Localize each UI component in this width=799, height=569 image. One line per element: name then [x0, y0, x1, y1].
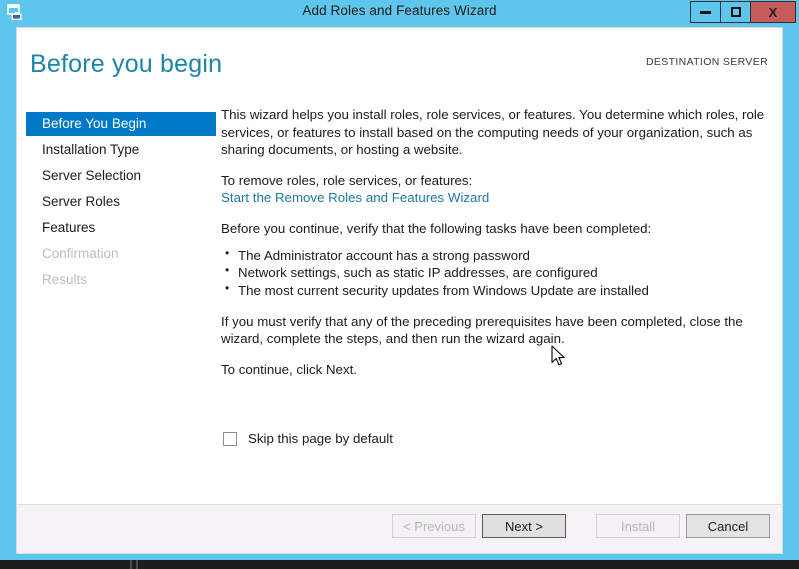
maximize-button[interactable] [720, 1, 751, 23]
window-title-bar[interactable]: Add Roles and Features Wizard X [0, 0, 799, 25]
sidebar-item-installation-type[interactable]: Installation Type [26, 138, 216, 162]
list-item: The Administrator account has a strong p… [225, 247, 769, 265]
background-taskbar-strip [0, 560, 799, 569]
list-item: Network settings, such as static IP addr… [225, 264, 769, 282]
sidebar-item-results: Results [26, 268, 216, 292]
maximize-icon [731, 7, 741, 17]
prereq-intro: Before you continue, verify that the fol… [221, 220, 769, 238]
wizard-step-nav: Before You Begin Installation Type Serve… [26, 112, 216, 294]
cancel-button[interactable]: Cancel [686, 514, 770, 538]
background-taskbar-tick [136, 560, 138, 569]
wizard-content: This wizard helps you install roles, rol… [221, 106, 769, 378]
intro-paragraph: This wizard helps you install roles, rol… [221, 106, 769, 159]
continue-note: To continue, click Next. [221, 361, 769, 379]
skip-page-checkbox[interactable] [223, 432, 237, 446]
minimize-button[interactable] [690, 1, 721, 23]
window-title: Add Roles and Features Wizard [0, 3, 799, 18]
list-item: The most current security updates from W… [225, 282, 769, 300]
skip-page-label: Skip this page by default [248, 431, 393, 446]
next-button[interactable]: Next > [482, 514, 566, 538]
background-taskbar-tick [130, 560, 132, 569]
skip-page-checkbox-row[interactable]: Skip this page by default [223, 431, 393, 446]
sidebar-item-server-roles[interactable]: Server Roles [26, 190, 216, 214]
footer-button-group: < Previous Next > Install Cancel [386, 514, 770, 538]
start-remove-roles-wizard-link[interactable]: Start the Remove Roles and Features Wiza… [221, 189, 489, 207]
prerequisite-list: The Administrator account has a strong p… [221, 247, 769, 300]
wizard-dialog-body: Before you begin DESTINATION SERVER Befo… [16, 27, 783, 554]
page-header: Before you begin DESTINATION SERVER [17, 28, 782, 100]
minimize-icon [700, 11, 711, 14]
install-button: Install [596, 514, 680, 538]
sidebar-item-before-you-begin[interactable]: Before You Begin [26, 112, 216, 136]
window-controls: X [691, 1, 796, 23]
sidebar-item-confirmation: Confirmation [26, 242, 216, 266]
wizard-footer: < Previous Next > Install Cancel [17, 504, 782, 553]
remove-prompt: To remove roles, role services, or featu… [221, 172, 769, 190]
sidebar-item-features[interactable]: Features [26, 216, 216, 240]
close-button[interactable]: X [750, 1, 796, 23]
destination-server-block: DESTINATION SERVER [646, 56, 768, 70]
add-roles-wizard-window: Add Roles and Features Wizard X Before y… [0, 0, 799, 560]
verify-note: If you must verify that any of the prece… [221, 313, 769, 348]
sidebar-item-server-selection[interactable]: Server Selection [26, 164, 216, 188]
page-title: Before you begin [30, 50, 222, 79]
destination-server-label: DESTINATION SERVER [646, 56, 768, 68]
previous-button: < Previous [392, 514, 476, 538]
